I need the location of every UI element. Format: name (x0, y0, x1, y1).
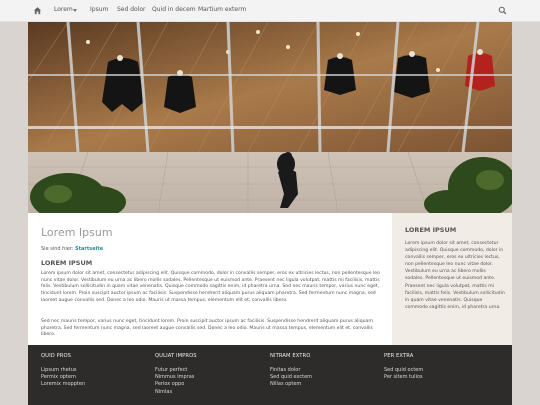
breadcrumb-current-link[interactable]: Startseite (75, 246, 103, 252)
footer-column-4: PER EXTRA Sed quid octem Per sitem tulio… (384, 353, 423, 381)
main-content: Lorem Ipsum Sie sind hier: Startseite LO… (28, 213, 392, 345)
footer-link[interactable]: Sed quid octem (384, 367, 423, 374)
nav-item-ipsum[interactable]: Ipsum (90, 6, 108, 13)
footer-heading: QULIAT IMPROS (155, 353, 197, 359)
footer-link[interactable]: Nimlas (155, 389, 197, 396)
footer-link[interactable]: Permix optem (41, 374, 85, 381)
footer-link[interactable]: Per sitem tulios (384, 374, 423, 381)
sidebar: LOREM IPSUM Lorem ipsum dolor sit amet, … (392, 213, 512, 345)
footer-link[interactable]: Finitas dolor (270, 367, 312, 374)
footer-link[interactable]: Lipsum rhetus (41, 367, 85, 374)
footer-heading: NITRAM EXTRO (270, 353, 311, 359)
body-paragraph-1: Lorem ipsum dolor sit amet, consectetur … (41, 271, 380, 303)
home-icon[interactable] (33, 6, 42, 15)
nav-item-quid-in-decem[interactable]: Quid in decem (152, 6, 196, 13)
body-paragraph-2: Sed nec mauris tempor, varius nunc eget,… (41, 319, 373, 338)
footer-link[interactable]: Loremix moppten (41, 381, 85, 388)
page-title: Lorem Ipsum (41, 226, 113, 239)
footer-heading: PER EXTRA (384, 353, 414, 359)
hero-image (28, 22, 512, 213)
footer-link[interactable]: Futur perfect (155, 367, 197, 374)
caret-down-icon[interactable] (73, 9, 77, 12)
footer-link[interactable]: Nimmus impras (155, 374, 197, 381)
footer-column-1: QUID PROS Lipsum rhetus Permix optem Lor… (41, 353, 85, 389)
nav-item-lorem[interactable]: Lorem (54, 6, 73, 13)
sidebar-text: Lorem ipsum dolor sit amet, consectetur … (405, 241, 505, 310)
footer-link[interactable]: Perlox oppo (155, 381, 197, 388)
footer-heading: QUID PROS (41, 353, 72, 359)
footer: QUID PROS Lipsum rhetus Permix optem Lor… (28, 345, 512, 405)
footer-column-2: QULIAT IMPROS Futur perfect Nimmus impra… (155, 353, 197, 396)
section-heading: LOREM IPSUM (41, 259, 93, 267)
breadcrumb-prefix: Sie sind hier: (41, 246, 74, 252)
footer-link[interactable]: Nillas optem (270, 381, 312, 388)
footer-column-3: NITRAM EXTRO Finitas dolor Sed quid exct… (270, 353, 312, 389)
nav-item-martium-exterm[interactable]: Martium exterm (198, 6, 246, 13)
sidebar-heading: LOREM IPSUM (405, 226, 457, 234)
search-icon[interactable] (498, 6, 507, 15)
top-navbar: Lorem Ipsum Sed dolor Quid in decem Mart… (0, 0, 540, 22)
breadcrumb: Sie sind hier: Startseite (41, 246, 103, 252)
hero-photo-illustration (28, 22, 512, 213)
footer-link[interactable]: Sed quid exctem (270, 374, 312, 381)
nav-item-sed-dolor[interactable]: Sed dolor (117, 6, 146, 13)
